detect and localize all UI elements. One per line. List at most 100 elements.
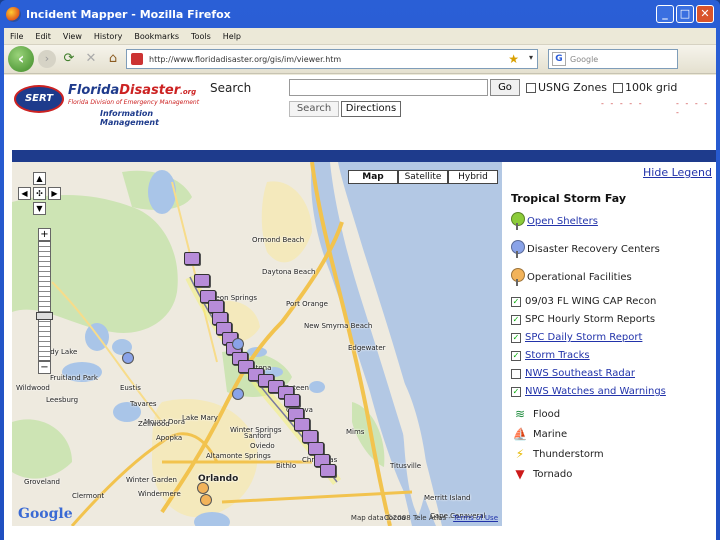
menu-bookmarks[interactable]: Bookmarks — [134, 32, 179, 41]
layer-link[interactable]: NWS Watches and Warnings — [525, 386, 666, 397]
layer-cap-recon[interactable]: ✓ 09/03 FL WING CAP Recon — [511, 296, 656, 307]
menu-bar: File Edit View History Bookmarks Tools H… — [4, 28, 716, 45]
city-label: Clermont — [72, 492, 105, 500]
forward-button[interactable]: › — [38, 50, 56, 68]
pan-up-icon[interactable]: ▲ — [33, 172, 46, 185]
menu-history[interactable]: History — [94, 32, 122, 41]
legend-disaster-recovery: Disaster Recovery Centers — [511, 240, 660, 258]
warning-label: Marine — [533, 428, 568, 440]
grid-option[interactable]: 100k grid — [613, 81, 677, 94]
layer-spc-hourly[interactable]: ✓ SPC Hourly Storm Reports — [511, 314, 655, 325]
close-button[interactable]: ✕ — [696, 5, 714, 23]
layer-checkbox[interactable]: ✓ — [511, 332, 521, 343]
layer-link[interactable]: NWS Southeast Radar — [525, 368, 635, 379]
layer-link[interactable]: SPC Daily Storm Report — [525, 332, 642, 343]
layer-nws-watches[interactable]: ✓ NWS Watches and Warnings — [511, 386, 666, 397]
layer-checkbox[interactable]: ✓ — [511, 314, 521, 325]
firefox-icon — [6, 6, 21, 22]
title-bar: Incident Mapper - Mozilla Firefox _ □ ✕ — [0, 0, 720, 28]
url-dropdown-icon[interactable]: ▾ — [529, 53, 533, 62]
window-title: Incident Mapper - Mozilla Firefox — [26, 7, 231, 21]
bookmark-star-icon[interactable]: ★ — [508, 52, 519, 66]
incident-marker-icon[interactable] — [284, 394, 300, 407]
map-pin-icon[interactable] — [122, 352, 134, 364]
site-favicon-icon — [131, 53, 143, 65]
florida-disaster-logo[interactable]: SERT FloridaDisaster.org Florida Divisio… — [12, 83, 212, 127]
incident-marker-icon[interactable] — [320, 464, 336, 477]
incident-marker-icon[interactable] — [194, 274, 210, 287]
map-controls: ▲ ◀ ✣ ▶ ▼ + − — [18, 172, 62, 374]
layer-nws-radar[interactable]: NWS Southeast Radar — [511, 368, 635, 379]
address-search-input[interactable] — [289, 79, 488, 96]
map-pin-icon[interactable] — [200, 494, 212, 506]
city-label: Daytona Beach — [262, 268, 316, 276]
home-icon[interactable]: ⌂ — [104, 50, 122, 68]
map-type-map-button[interactable]: Map — [348, 170, 398, 184]
city-label: Port Orange — [286, 300, 328, 308]
pan-right-icon[interactable]: ▶ — [48, 187, 61, 200]
map-type-hybrid-button[interactable]: Hybrid — [448, 170, 498, 184]
url-text: http://www.floridadisaster.org/gis/im/vi… — [149, 54, 342, 64]
layer-label: SPC Hourly Storm Reports — [525, 314, 656, 325]
logo-title: FloridaDisaster.org — [68, 83, 197, 98]
map-type-satellite-button[interactable]: Satellite — [398, 170, 448, 184]
reload-icon[interactable]: ⟳ — [60, 50, 78, 68]
grid-checkbox[interactable] — [613, 82, 623, 93]
tab-directions[interactable]: Directions — [341, 101, 401, 117]
logo-subtitle: Florida Division of Emergency Management — [68, 99, 200, 106]
lake-harney — [309, 381, 325, 393]
back-button[interactable]: ‹ — [8, 46, 34, 72]
grid-dashes: - - - - - — [676, 99, 710, 117]
zoom-slider[interactable] — [36, 241, 53, 361]
map-view[interactable]: Ormond Beach Daytona Beach Port Orange N… — [12, 162, 502, 526]
menu-file[interactable]: File — [10, 32, 23, 41]
legend-open-shelters[interactable]: Open Shelters — [511, 212, 598, 230]
layer-checkbox[interactable]: ✓ — [511, 296, 521, 307]
layer-checkbox[interactable] — [511, 368, 521, 379]
zoom-slider-thumb[interactable] — [36, 312, 53, 320]
menu-view[interactable]: View — [63, 32, 82, 41]
menu-tools[interactable]: Tools — [191, 32, 211, 41]
minimize-button[interactable]: _ — [656, 5, 674, 23]
tab-search[interactable]: Search — [289, 101, 339, 117]
hide-legend-link[interactable]: Hide Legend — [643, 166, 712, 179]
city-label: Oviedo — [250, 442, 275, 450]
zoom-out-button[interactable]: − — [38, 361, 51, 374]
marine-icon: ⛵ — [512, 427, 528, 441]
city-label: Fruitland Park — [50, 374, 98, 382]
zoom-in-button[interactable]: + — [38, 228, 51, 241]
pan-left-icon[interactable]: ◀ — [18, 187, 31, 200]
stop-icon[interactable]: ✕ — [82, 50, 100, 68]
pan-down-icon[interactable]: ▼ — [33, 202, 46, 215]
menu-edit[interactable]: Edit — [35, 32, 51, 41]
zoom-control: + − — [36, 228, 53, 374]
layer-storm-tracks[interactable]: ✓ Storm Tracks — [511, 350, 590, 361]
url-bar[interactable]: http://www.floridadisaster.org/gis/im/vi… — [126, 49, 538, 69]
layer-spc-daily[interactable]: ✓ SPC Daily Storm Report — [511, 332, 642, 343]
incident-marker-icon[interactable] — [184, 252, 200, 265]
maximize-button[interactable]: □ — [676, 5, 694, 23]
open-shelters-link[interactable]: Open Shelters — [527, 216, 598, 227]
map-pin-icon[interactable] — [197, 482, 209, 494]
google-search-icon: G — [552, 52, 566, 66]
menu-help[interactable]: Help — [223, 32, 241, 41]
google-logo[interactable]: Google — [18, 506, 73, 522]
city-label: Wildwood — [16, 384, 50, 392]
usng-zones-option[interactable]: USNG Zones — [526, 81, 607, 94]
warning-label: Flood — [533, 408, 561, 420]
terms-of-use-link[interactable]: Terms of Use — [453, 514, 498, 522]
layer-link[interactable]: Storm Tracks — [525, 350, 590, 361]
browser-window: Incident Mapper - Mozilla Firefox _ □ ✕ … — [0, 0, 720, 540]
tornado-icon: ▼ — [515, 467, 525, 481]
layer-checkbox[interactable]: ✓ — [511, 386, 521, 397]
city-label: Winter Garden — [126, 476, 177, 484]
web-search-box[interactable]: G Google — [548, 49, 678, 69]
layer-checkbox[interactable]: ✓ — [511, 350, 521, 361]
map-pin-icon[interactable] — [232, 338, 244, 350]
map-pin-icon[interactable] — [232, 388, 244, 400]
thunderstorm-icon: ⚡ — [515, 447, 525, 461]
usng-zones-checkbox[interactable] — [526, 82, 536, 93]
go-button[interactable]: Go — [490, 79, 520, 96]
orange-pin-icon — [511, 268, 525, 286]
pan-center-icon[interactable]: ✣ — [33, 187, 46, 200]
